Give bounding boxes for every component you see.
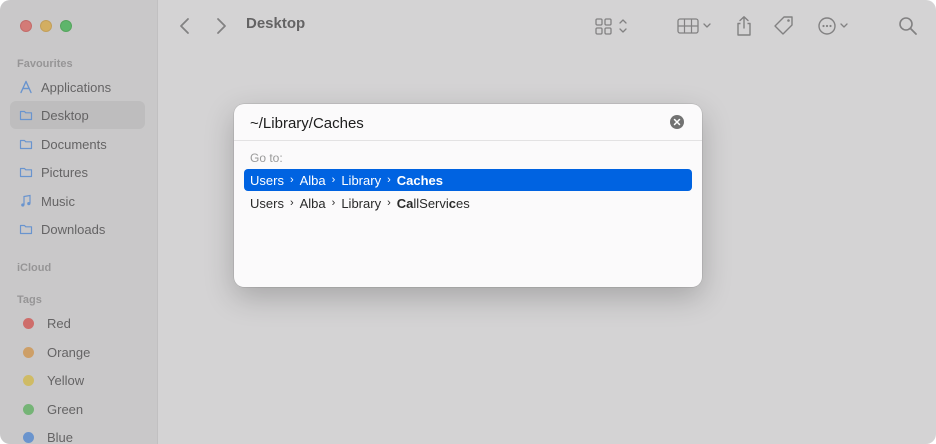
match-highlight: Ca (396, 195, 414, 211)
divider (234, 140, 702, 141)
chevron-right-icon: › (289, 197, 294, 209)
result-row[interactable]: Users › Alba › Library › Caches (244, 169, 692, 191)
path-crumb: Library (341, 172, 382, 188)
path-input[interactable] (250, 112, 660, 134)
path-crumb: Users (250, 195, 284, 211)
chevron-right-icon: › (289, 174, 294, 186)
match-text: es (456, 195, 470, 211)
clear-button[interactable] (670, 115, 684, 129)
chevron-right-icon: › (387, 197, 391, 209)
go-to-label: Go to: (250, 151, 283, 165)
path-match: CallServices (397, 196, 470, 211)
path-crumb: Library (341, 195, 382, 211)
result-row[interactable]: Users › Alba › Library › CallServices (244, 192, 692, 214)
finder-window: Favourites Applications Desktop Document… (0, 0, 936, 444)
close-icon (673, 118, 681, 126)
chevron-right-icon: › (387, 174, 391, 186)
chevron-right-icon: › (331, 197, 336, 209)
match-highlight: c (448, 195, 457, 211)
path-crumb: Users (250, 172, 284, 188)
go-to-folder-dialog: Go to: Users › Alba › Library › Caches U… (234, 104, 702, 287)
path-crumb: Alba (299, 195, 326, 211)
path-match: Caches (396, 172, 443, 188)
path-crumb: Alba (299, 172, 326, 188)
chevron-right-icon: › (331, 174, 336, 186)
match-text: llServi (413, 195, 449, 211)
